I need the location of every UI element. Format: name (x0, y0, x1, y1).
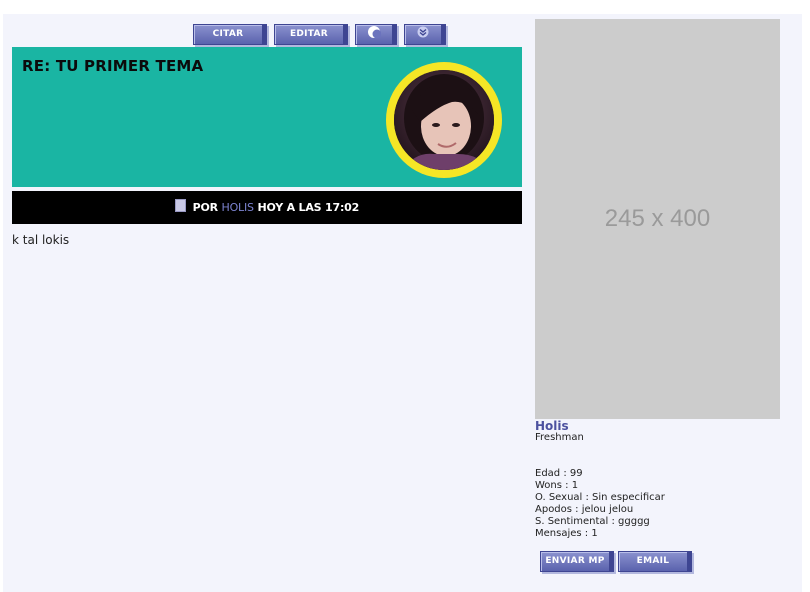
avatar-ring (386, 62, 502, 178)
email-button-label: EMAIL (636, 556, 670, 566)
double-chevron-down-icon (417, 26, 429, 38)
post-author-bar: POR HOLIS HOY A LAS 17:02 (12, 191, 522, 224)
profile-image-placeholder: 245 x 400 (535, 19, 780, 419)
placeholder-size-label: 245 x 400 (604, 205, 711, 232)
button-edge (441, 25, 445, 44)
send-pm-button-label: ENVIAR MP (545, 556, 605, 566)
by-label: POR (192, 201, 218, 214)
button-edge (343, 25, 347, 44)
avatar-portrait-image (394, 70, 494, 170)
button-edge (609, 552, 613, 571)
button-edge (687, 552, 691, 571)
post-title: RE: TU PRIMER TEMA (22, 57, 204, 75)
email-button[interactable]: EMAIL (618, 551, 692, 572)
profile-detail-relationship: S. Sentimental : ggggg (535, 516, 650, 527)
post-body-text: k tal lokis (12, 233, 70, 247)
profile-detail-wons: Wons : 1 (535, 480, 579, 491)
crescent-moon-icon (368, 26, 382, 39)
profile-details: Edad : 99 Wons : 1 O. Sexual : Sin espec… (535, 468, 665, 540)
post-document-icon (174, 199, 186, 212)
menu-button[interactable] (404, 24, 446, 45)
moderate-button[interactable] (355, 24, 397, 45)
profile-username[interactable]: Holis (535, 419, 569, 433)
profile-detail-age: Edad : 99 (535, 468, 583, 479)
edit-button[interactable]: EDITAR (274, 24, 348, 45)
quote-button-label: CITAR (212, 29, 244, 39)
author-link[interactable]: HOLIS (222, 201, 254, 214)
profile-rank: Freshman (535, 432, 584, 443)
profile-detail-orientation: O. Sexual : Sin especificar (535, 492, 665, 503)
edit-button-label: EDITAR (289, 29, 329, 39)
profile-detail-messages: Mensajes : 1 (535, 528, 598, 539)
avatar (394, 70, 494, 170)
button-edge (392, 25, 396, 44)
quote-button[interactable]: CITAR (193, 24, 267, 45)
post-timestamp: HOY A LAS 17:02 (257, 201, 360, 214)
send-pm-button[interactable]: ENVIAR MP (540, 551, 614, 572)
profile-detail-nicknames: Apodos : jelou jelou (535, 504, 634, 515)
button-edge (262, 25, 266, 44)
post-header-banner: RE: TU PRIMER TEMA (12, 47, 522, 187)
